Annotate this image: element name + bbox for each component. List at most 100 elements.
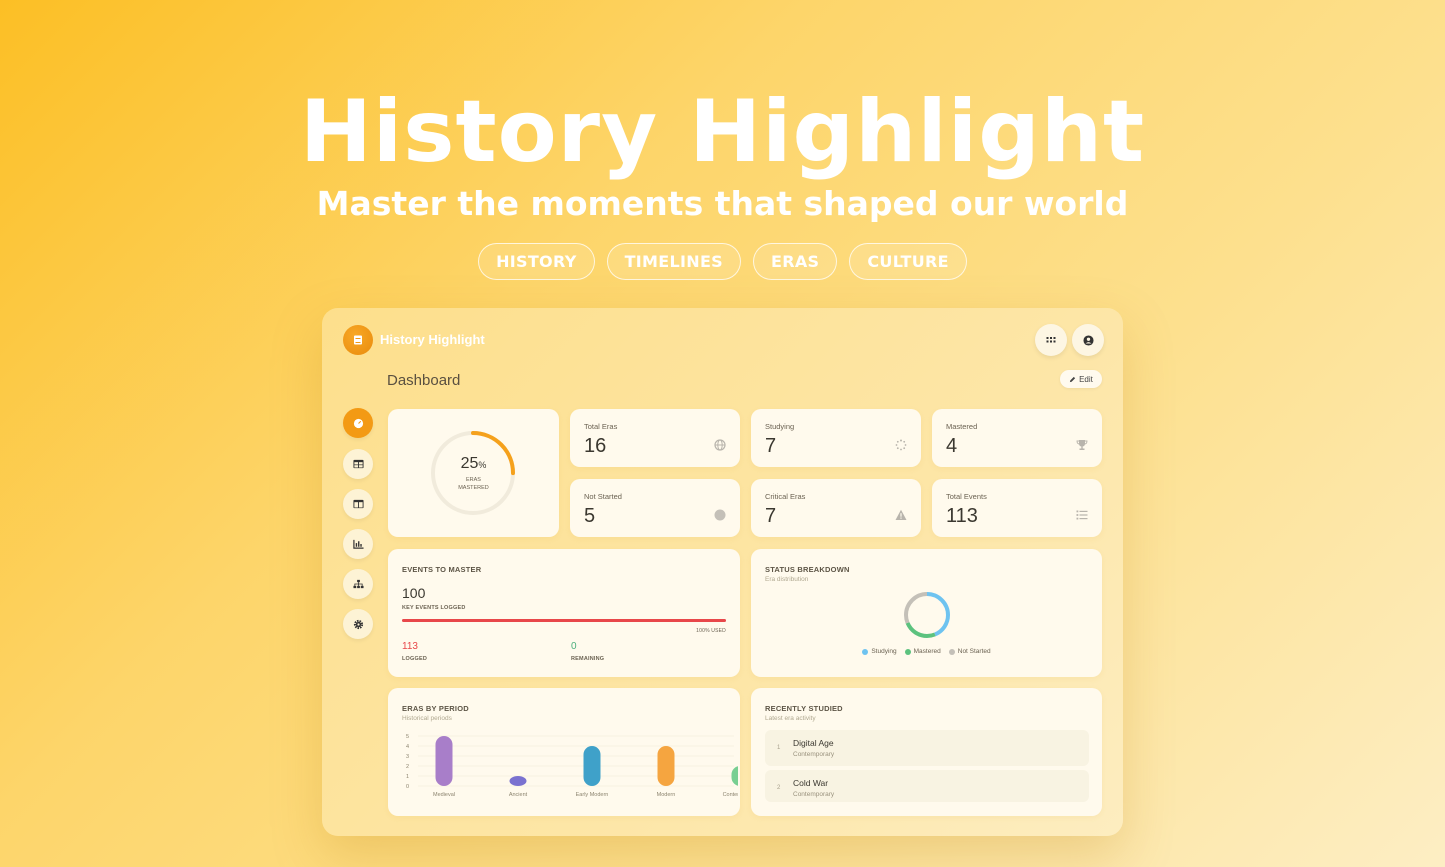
stat-studying: Studying 7	[751, 409, 921, 467]
app-name: History Highlight	[380, 332, 485, 347]
user-account-icon[interactable]	[1072, 324, 1104, 356]
stat-label: Total Eras	[584, 422, 618, 431]
recently-studied-card: RECENTLY STUDIED Latest era activity 1 D…	[751, 688, 1102, 816]
list-icon	[1076, 510, 1088, 520]
x-tick-label: Contemporary	[723, 792, 738, 798]
section-subtitle: Latest era activity	[765, 715, 816, 722]
x-tick-label: Ancient	[509, 792, 528, 798]
apps-grid-icon[interactable]	[1035, 324, 1067, 356]
stat-value: 5	[584, 505, 596, 527]
eras-by-period-card: ERAS BY PERIOD Historical periods 0 1 2 3 4 5…	[388, 688, 740, 816]
stat-value: 113	[946, 505, 978, 527]
stat-mastered: Mastered 4	[932, 409, 1102, 467]
events-to-master-card: EVENTS TO MASTER 100 KEY EVENTS LOGGED 1…	[388, 549, 740, 677]
spinner-icon	[895, 439, 907, 451]
x-tick-label: Modern	[657, 792, 676, 798]
stat-value: 7	[765, 505, 777, 527]
nav-settings[interactable]	[343, 609, 373, 639]
y-tick-label: 2	[406, 764, 409, 770]
stat-total-events: Total Events 113	[932, 479, 1102, 537]
stat-label: Mastered	[946, 422, 978, 431]
item-period: Contemporary	[793, 751, 835, 758]
section-title: EVENTS TO MASTER	[402, 565, 482, 574]
section-subtitle: Historical periods	[402, 715, 452, 722]
nav-dashboard[interactable]	[343, 408, 373, 438]
columns-icon	[352, 499, 364, 509]
page-title: Dashboard	[387, 372, 461, 389]
bar-ancient[interactable]	[509, 776, 527, 786]
eras-mastered-ring	[431, 431, 515, 515]
hero-subtitle: Master the moments that shaped our world	[316, 184, 1129, 223]
y-tick-label: 4	[406, 744, 409, 750]
x-tick-label: Medieval	[433, 792, 455, 798]
globe-icon	[714, 439, 726, 451]
tag-culture[interactable]: CULTURE	[849, 243, 967, 280]
remaining-value: 0	[571, 641, 577, 652]
section-title: ERAS BY PERIOD	[402, 704, 469, 713]
events-progress-fill	[402, 619, 726, 622]
section-subtitle: Era distribution	[765, 576, 809, 583]
nav-columns[interactable]	[343, 489, 373, 519]
item-title: Cold War	[793, 778, 829, 788]
circle-icon	[714, 509, 726, 521]
hero-tags: HISTORY TIMELINES ERAS CULTURE	[0, 243, 1445, 280]
eras-mastered-card: 25% ERAS MASTERED	[388, 409, 559, 537]
legend-mastered[interactable]: Mastered	[904, 648, 941, 655]
recent-item[interactable]: 1 Digital Age Contemporary	[765, 730, 1089, 766]
section-title: STATUS BREAKDOWN	[765, 565, 850, 574]
hierarchy-icon	[352, 579, 364, 589]
bar-modern[interactable]	[657, 746, 675, 786]
recent-item[interactable]: 2 Cold War Contemporary	[765, 770, 1089, 802]
section-title: RECENTLY STUDIED	[765, 704, 843, 713]
stat-label: Studying	[765, 422, 795, 431]
stat-value: 16	[584, 435, 607, 457]
item-period: Contemporary	[793, 791, 835, 798]
legend-studying[interactable]: Studying	[862, 648, 897, 655]
progress-caption: ERAS MASTERED	[458, 477, 489, 491]
hero-title: History Highlight	[299, 82, 1146, 182]
eras-bar-chart: 0 1 2 3 4 5 Medieval Ancient Early Modern Modern C…	[406, 734, 739, 798]
stat-critical-eras: Critical Eras 7	[751, 479, 921, 537]
item-number: 2	[777, 785, 781, 791]
stat-total-eras: Total Eras 16	[570, 409, 740, 467]
bar-early-modern[interactable]	[583, 746, 601, 786]
bar-medieval[interactable]	[435, 736, 453, 786]
status-legend: Studying Mastered Not Started	[751, 648, 1102, 655]
y-tick-label: 1	[406, 774, 409, 780]
events-progress-track	[402, 619, 726, 622]
progress-percent: 25%	[460, 455, 487, 472]
legend-not-started[interactable]: Not Started	[948, 648, 991, 655]
item-number: 1	[777, 745, 781, 751]
settings-gear-icon	[353, 619, 363, 629]
events-value: 100	[402, 585, 426, 601]
stat-label: Not Started	[584, 492, 622, 501]
app-window: History Highlight Dashboard Edit 25% ERA…	[322, 308, 1123, 836]
tag-eras[interactable]: ERAS	[753, 243, 838, 280]
tag-timelines[interactable]: TIMELINES	[606, 243, 742, 280]
tag-history[interactable]: HISTORY	[478, 243, 595, 280]
status-breakdown-card: STATUS BREAKDOWN Era distribution Studyi…	[751, 549, 1102, 677]
logo-book-icon[interactable]	[343, 325, 373, 355]
x-tick-label: Early Modern	[576, 792, 609, 798]
stat-label: Total Events	[946, 492, 987, 501]
chart-icon	[352, 539, 364, 549]
events-bar-caption: 100% USED	[696, 628, 726, 634]
y-tick-label: 3	[406, 754, 409, 760]
warning-icon	[895, 509, 907, 520]
nav-chart[interactable]	[343, 529, 373, 559]
events-value-caption: KEY EVENTS LOGGED	[402, 605, 466, 611]
status-donut-chart	[904, 592, 950, 638]
table-icon	[352, 459, 364, 469]
logged-value: 113	[402, 641, 418, 652]
bar-contemporary[interactable]	[731, 766, 739, 786]
edit-label: Edit	[1079, 374, 1093, 384]
trophy-icon	[1076, 440, 1088, 450]
remaining-caption: REMAINING	[571, 656, 605, 662]
logged-caption: LOGGED	[402, 656, 428, 662]
y-tick-label: 0	[406, 784, 409, 790]
nav-table[interactable]	[343, 449, 373, 479]
nav-hierarchy[interactable]	[343, 569, 373, 599]
stat-not-started: Not Started 5	[570, 479, 740, 537]
edit-button[interactable]: Edit	[1060, 370, 1102, 388]
stat-value: 4	[946, 435, 958, 457]
